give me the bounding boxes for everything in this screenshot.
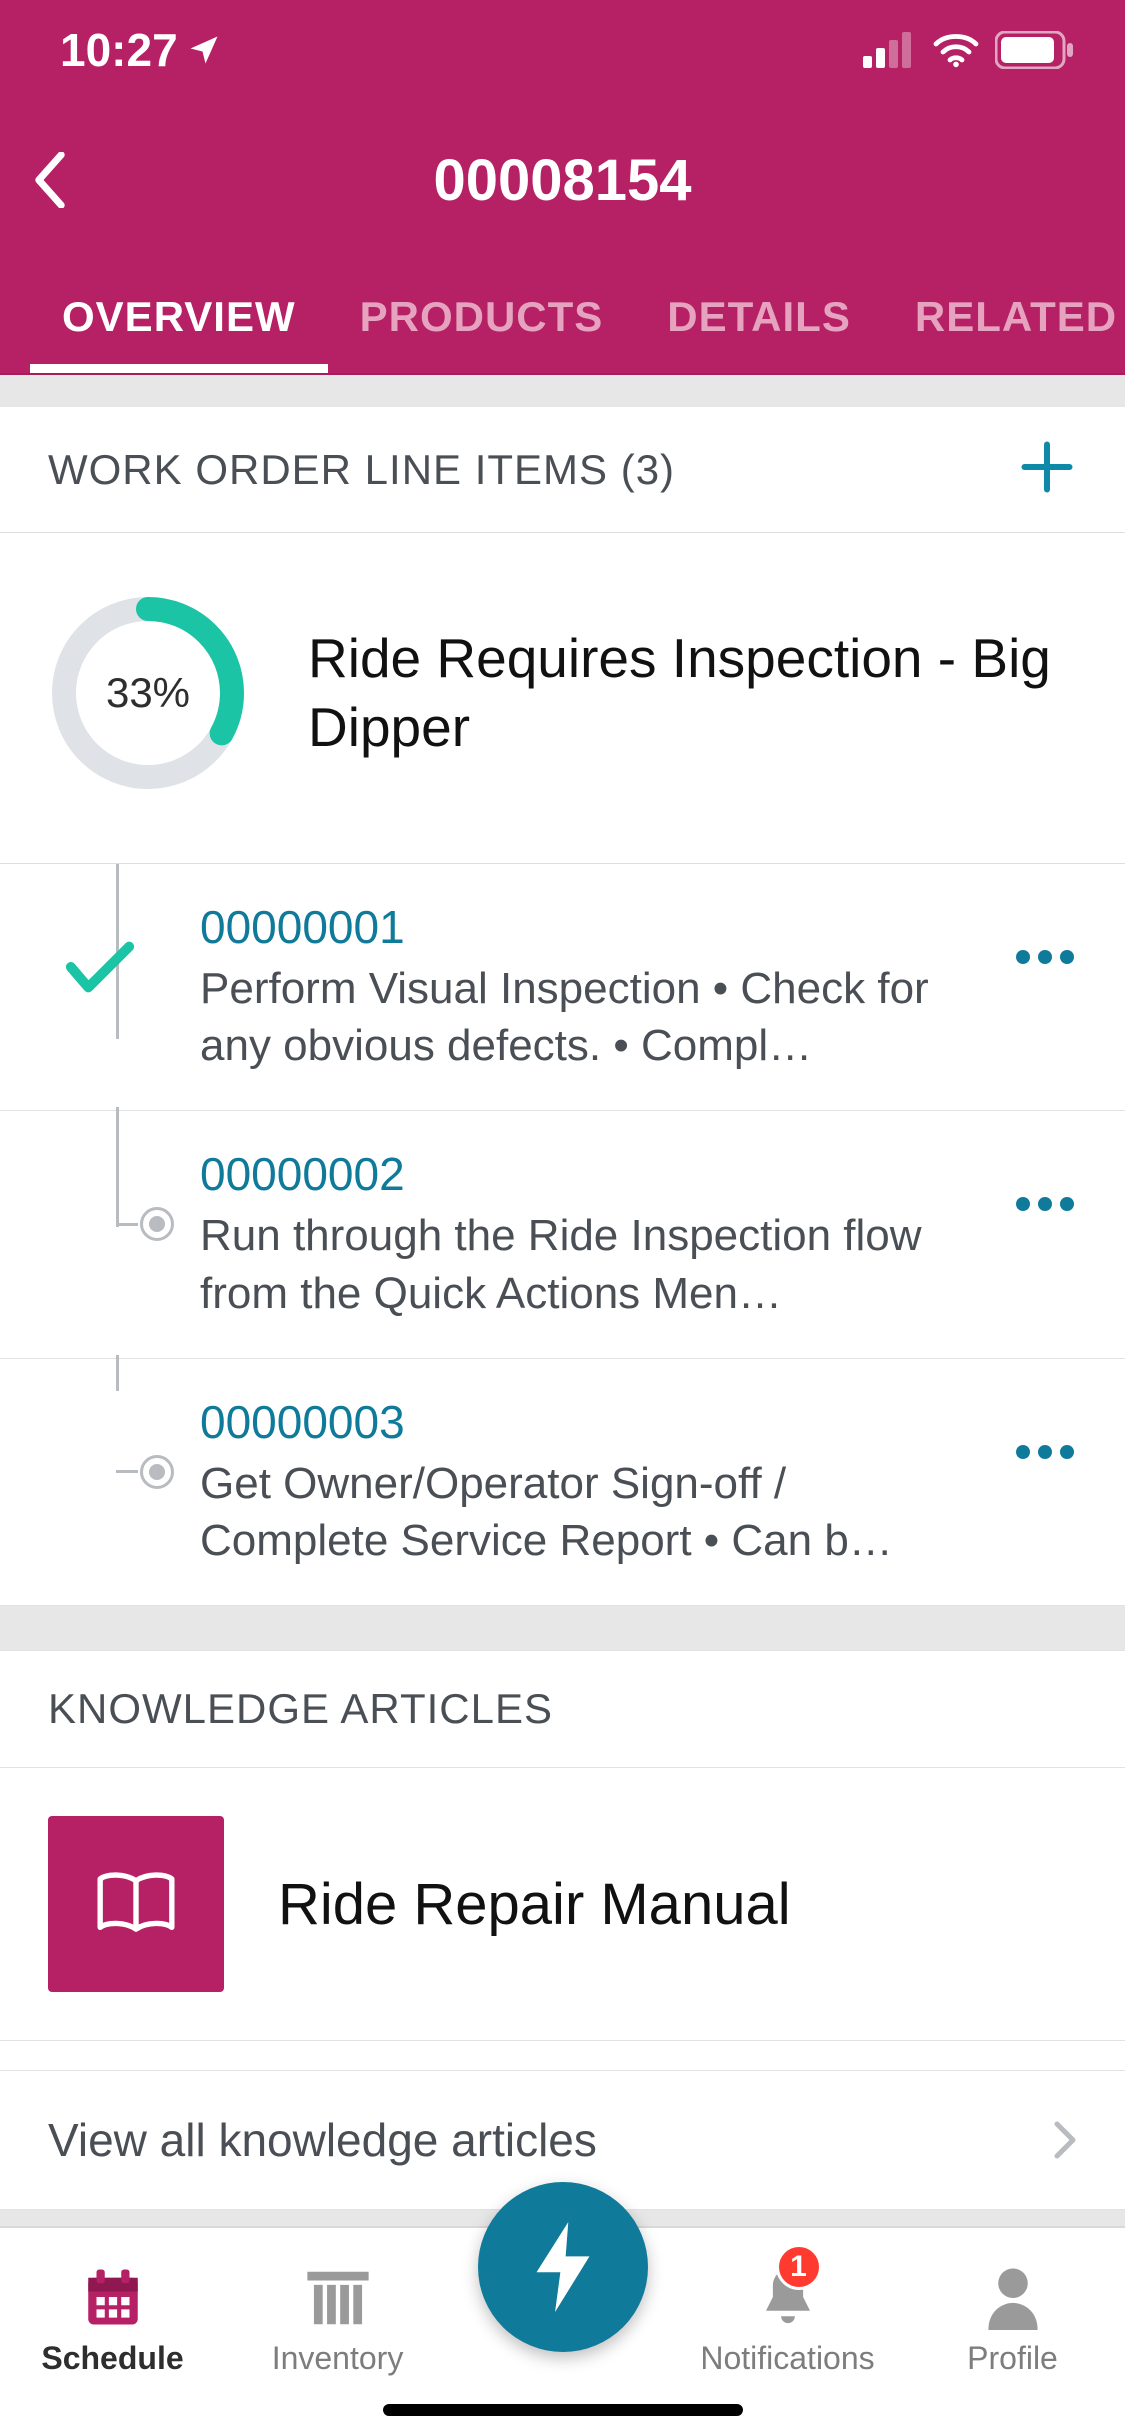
tab-overview[interactable]: OVERVIEW: [30, 260, 328, 373]
tab-products[interactable]: PRODUCTS: [328, 260, 636, 373]
line-item[interactable]: 00000001 Perform Visual Inspection • Che…: [0, 864, 1125, 1111]
status-time: 10:27: [60, 23, 222, 77]
line-item-desc: Run through the Ride Inspection flow fro…: [200, 1207, 985, 1321]
line-item-id: 00000003: [200, 1395, 985, 1449]
status-bar: 10:27: [0, 0, 1125, 100]
line-item[interactable]: 00000003 Get Owner/Operator Sign-off / C…: [0, 1359, 1125, 1606]
quick-action-button[interactable]: [478, 2182, 648, 2352]
nav-schedule-label: Schedule: [41, 2340, 183, 2377]
wifi-icon: [931, 32, 981, 68]
nav-inventory-label: Inventory: [272, 2340, 404, 2377]
home-indicator: [383, 2404, 743, 2416]
add-line-item-button[interactable]: [1017, 437, 1077, 502]
spacer: [0, 375, 1125, 407]
work-order-section-header: WORK ORDER LINE ITEMS (3): [0, 407, 1125, 533]
book-icon: [93, 1869, 179, 1939]
page-title: 00008154: [0, 147, 1125, 214]
work-order-section-title: WORK ORDER LINE ITEMS (3): [48, 446, 675, 494]
knowledge-article-icon: [48, 1816, 224, 1992]
line-items-list: 00000001 Perform Visual Inspection • Che…: [0, 864, 1125, 1606]
nav-inventory[interactable]: Inventory: [225, 2250, 450, 2377]
nav-profile-label: Profile: [967, 2340, 1058, 2377]
notification-badge: 1: [776, 2244, 822, 2290]
pending-icon: [116, 1455, 174, 1489]
header: 00008154 OVERVIEW PRODUCTS DETAILS RELAT…: [0, 100, 1125, 375]
check-icon: [65, 940, 135, 999]
knowledge-section-title: KNOWLEDGE ARTICLES: [48, 1685, 1077, 1733]
knowledge-section-header: KNOWLEDGE ARTICLES: [0, 1650, 1125, 1768]
line-item-more-button[interactable]: [1005, 900, 1085, 964]
back-button[interactable]: [0, 100, 100, 260]
line-item-desc: Perform Visual Inspection • Check for an…: [200, 960, 985, 1074]
progress-card: 33% Ride Requires Inspection - Big Dippe…: [0, 533, 1125, 864]
view-all-label: View all knowledge articles: [48, 2113, 597, 2167]
spacer: [0, 1606, 1125, 1650]
nav-notifications[interactable]: 1 Notifications: [675, 2250, 900, 2377]
calendar-icon: [80, 2264, 146, 2330]
nav-schedule[interactable]: Schedule: [0, 2250, 225, 2377]
chevron-left-icon: [33, 152, 67, 208]
nav-notifications-label: Notifications: [700, 2340, 874, 2377]
inventory-icon: [303, 2266, 373, 2330]
tab-details[interactable]: DETAILS: [635, 260, 883, 373]
tabs: OVERVIEW PRODUCTS DETAILS RELATED FEE: [0, 260, 1125, 374]
work-order-title: Ride Requires Inspection - Big Dipper: [308, 624, 1077, 762]
cellular-icon: [863, 32, 917, 68]
progress-ring: 33%: [48, 593, 248, 793]
line-item-id: 00000001: [200, 900, 985, 954]
line-item-more-button[interactable]: [1005, 1395, 1085, 1459]
more-icon: [1015, 950, 1075, 964]
pending-icon: [116, 1207, 174, 1241]
plus-icon: [1017, 437, 1077, 497]
more-icon: [1015, 1197, 1075, 1211]
knowledge-article-title: Ride Repair Manual: [278, 1871, 791, 1938]
knowledge-article-row[interactable]: Ride Repair Manual: [0, 1768, 1125, 2041]
nav-profile[interactable]: Profile: [900, 2250, 1125, 2377]
battery-icon: [995, 31, 1075, 69]
line-item-desc: Get Owner/Operator Sign-off / Complete S…: [200, 1455, 985, 1569]
chevron-right-icon: [1053, 2120, 1077, 2160]
progress-percent-label: 33%: [48, 593, 248, 793]
profile-icon: [983, 2266, 1043, 2330]
line-item[interactable]: 00000002 Run through the Ride Inspection…: [0, 1111, 1125, 1358]
more-icon: [1015, 1445, 1075, 1459]
status-right-icons: [863, 31, 1075, 69]
status-time-text: 10:27: [60, 23, 178, 77]
lightning-icon: [531, 2222, 595, 2312]
line-item-more-button[interactable]: [1005, 1147, 1085, 1211]
line-item-id: 00000002: [200, 1147, 985, 1201]
nav-bar: 00008154: [0, 100, 1125, 260]
location-icon: [186, 32, 222, 68]
tab-related[interactable]: RELATED: [883, 260, 1125, 373]
